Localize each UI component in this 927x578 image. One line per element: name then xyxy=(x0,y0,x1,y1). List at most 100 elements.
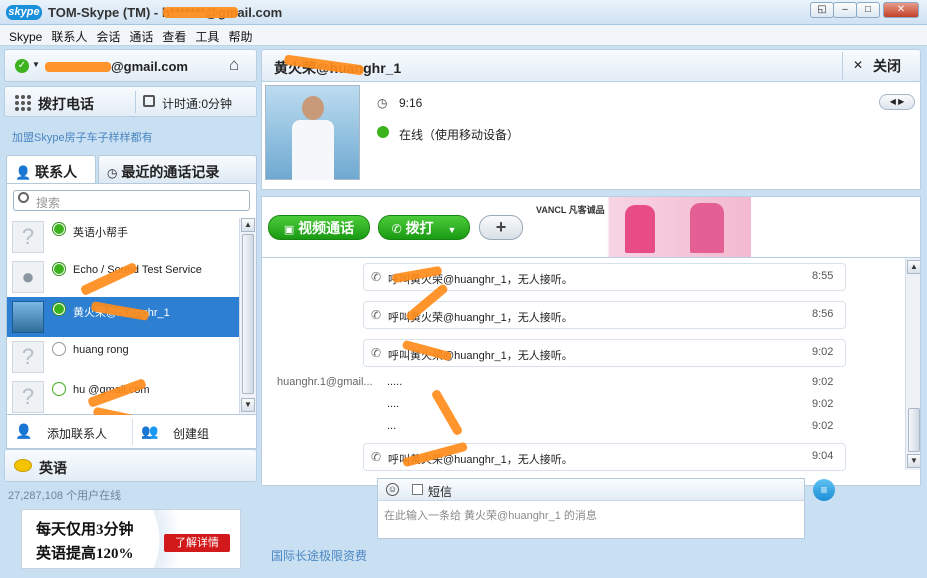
divider xyxy=(132,419,133,445)
message-input[interactable]: 在此输入一条给 黄火荣@huanghr_1 的消息 xyxy=(384,507,597,523)
avatar: ? xyxy=(12,221,44,253)
sms-checkbox[interactable] xyxy=(412,484,423,495)
menu-call[interactable]: 通话 xyxy=(120,25,153,45)
profile-status: 在线（使用移动设备） xyxy=(399,128,520,142)
unknown-status-icon xyxy=(53,343,65,355)
maximize-button[interactable]: □ xyxy=(856,2,880,18)
menu-conversation[interactable]: 会话 xyxy=(87,25,120,45)
timer-icon xyxy=(143,95,155,107)
home-icon[interactable]: ⌂ xyxy=(229,55,239,75)
contact-tabs: 👤 联系人 ◷ 最近的通话记录 xyxy=(6,155,257,184)
photo-body xyxy=(292,120,334,180)
skype-logo: skype xyxy=(6,5,42,20)
avatar: ? xyxy=(12,341,44,373)
online-count: 27,287,108 个用户在线 xyxy=(8,490,122,502)
message-time: 9:02 xyxy=(812,346,834,358)
phone-icon: ✆ xyxy=(371,346,382,360)
menu-tools[interactable]: 工具 xyxy=(186,25,219,45)
add-contact-button[interactable]: 添加联系人 xyxy=(47,425,107,442)
ad-line-1: 每天仅用3分钟 xyxy=(36,522,134,538)
call-bar: 拨打电话 计时通:0分钟 xyxy=(4,86,257,117)
list-item[interactable]: ? hu @gmail.com xyxy=(7,377,239,417)
scroll-thumb[interactable] xyxy=(242,234,254,394)
restore-button[interactable]: ◱ xyxy=(810,2,834,18)
scroll-down-icon[interactable]: ▼ xyxy=(241,398,255,412)
chat-bubble-icon xyxy=(14,459,32,472)
close-icon[interactable]: ✕ xyxy=(853,58,863,72)
list-item[interactable]: ? 英语小帮手 xyxy=(7,217,239,257)
dialpad-icon[interactable] xyxy=(15,95,31,111)
history-scrollbar[interactable]: ▲ ▼ xyxy=(905,258,920,470)
divider xyxy=(135,91,136,113)
contact-scrollbar[interactable]: ▲ ▼ xyxy=(239,218,256,414)
ad-line-2: 英语提高120% xyxy=(36,546,134,562)
close-window-button[interactable]: ✕ xyxy=(883,2,919,18)
video-call-label: 视频通话 xyxy=(298,220,355,236)
online-status-icon xyxy=(53,263,65,275)
list-item-selected[interactable]: 黄火荣@huanghr_1 xyxy=(7,297,239,337)
vancl-ad-banner[interactable]: VANCL 凡客诚品 xyxy=(530,197,751,257)
close-chat-button[interactable]: 关闭 xyxy=(873,56,901,76)
chevron-down-icon[interactable]: ▼ xyxy=(447,225,456,235)
search-icon xyxy=(18,192,29,203)
list-item[interactable]: ? huang rong xyxy=(7,337,239,377)
online-check-icon[interactable]: ✓ xyxy=(15,59,29,73)
tab-contacts[interactable]: 👤 联系人 xyxy=(6,155,96,184)
message-composer: ☺ 短信 在此输入一条给 黄火荣@huanghr_1 的消息 xyxy=(377,478,805,539)
menu-bar: Skype 联系人 会话 通话 查看 工具 帮助 xyxy=(0,25,927,46)
person-icon: 👤 xyxy=(15,165,32,180)
video-camera-icon: ▣ xyxy=(283,224,295,236)
message-text: ... xyxy=(387,420,397,432)
dial-phone-button[interactable]: 拨打电话 xyxy=(38,94,94,114)
scroll-down-icon[interactable]: ▼ xyxy=(907,454,920,468)
ad-model-1 xyxy=(625,205,655,253)
contact-name: Echo / Sound Test Service xyxy=(73,264,202,276)
emoticon-icon[interactable]: ☺ xyxy=(386,483,399,496)
scroll-up-icon[interactable]: ▲ xyxy=(241,218,255,232)
ad-model-2 xyxy=(690,203,724,253)
contact-photo xyxy=(265,85,360,180)
language-bar[interactable]: 英语 xyxy=(4,449,257,482)
phone-icon: ✆ xyxy=(371,450,382,464)
phone-icon: ✆ xyxy=(371,308,382,322)
profile-nav-arrows[interactable]: ◀ ▶ xyxy=(879,94,915,110)
timer-label[interactable]: 计时通:0分钟 xyxy=(162,95,232,112)
message-text: .... xyxy=(387,398,400,410)
redaction-mark xyxy=(45,62,111,72)
create-group-button[interactable]: 创建组 xyxy=(173,425,209,442)
scroll-up-icon[interactable]: ▲ xyxy=(907,260,920,274)
ad-brand: VANCL 凡客诚品 xyxy=(536,205,605,215)
chat-panel: 黄火荣@huanghr_1 ✕ 关闭 ◷ 9:16 在线（使用移动设备） ◀ ▶… xyxy=(261,49,921,569)
minimize-button[interactable]: – xyxy=(833,2,857,18)
menu-help[interactable]: 帮助 xyxy=(219,25,252,45)
call-button[interactable]: ✆ 拨打 ▼ xyxy=(378,215,470,240)
menu-skype[interactable]: Skype xyxy=(0,27,42,44)
group-icon: 👥 xyxy=(141,423,159,439)
footer-link[interactable]: 国际长途极限资费 xyxy=(271,547,367,564)
video-call-button[interactable]: ▣ 视频通话 xyxy=(268,215,370,240)
account-email: @gmail.com xyxy=(111,59,188,74)
message-time: 8:56 xyxy=(812,308,834,320)
message-time: 9:02 xyxy=(812,420,834,432)
send-message-icon[interactable]: ≡ xyxy=(813,479,835,501)
english-ad-banner[interactable]: 每天仅用3分钟 英语提高120% 了解详情 xyxy=(21,509,241,569)
scroll-thumb[interactable] xyxy=(908,408,920,452)
search-input[interactable]: 搜索 xyxy=(13,190,250,211)
account-bar[interactable]: ✓ ▼ @gmail.com ⌂ xyxy=(4,49,257,82)
promo-link[interactable]: 加盟Skype房子车子样样都有 xyxy=(12,129,153,145)
add-participant-button[interactable]: + xyxy=(479,215,523,240)
chevron-down-icon[interactable]: ▼ xyxy=(32,60,40,69)
menu-contacts[interactable]: 联系人 xyxy=(42,25,87,45)
online-status-icon xyxy=(53,223,65,235)
add-contact-icon: 👤 xyxy=(15,423,33,439)
language-label: 英语 xyxy=(39,460,67,476)
online-status-icon xyxy=(377,126,389,138)
avatar: ? xyxy=(12,381,44,413)
call-log-item: ✆ 呼叫黄火荣@huanghr_1，无人接听。 xyxy=(363,301,846,329)
menu-view[interactable]: 查看 xyxy=(153,25,186,45)
contact-name: huang rong xyxy=(73,344,129,356)
tab-recent-calls[interactable]: ◷ 最近的通话记录 xyxy=(98,155,257,184)
left-panel: ✓ ▼ @gmail.com ⌂ 拨打电话 计时通:0分钟 加盟Skype房子车… xyxy=(4,49,257,569)
avatar: ● xyxy=(12,261,44,293)
ad-details-button[interactable]: 了解详情 xyxy=(164,534,230,552)
